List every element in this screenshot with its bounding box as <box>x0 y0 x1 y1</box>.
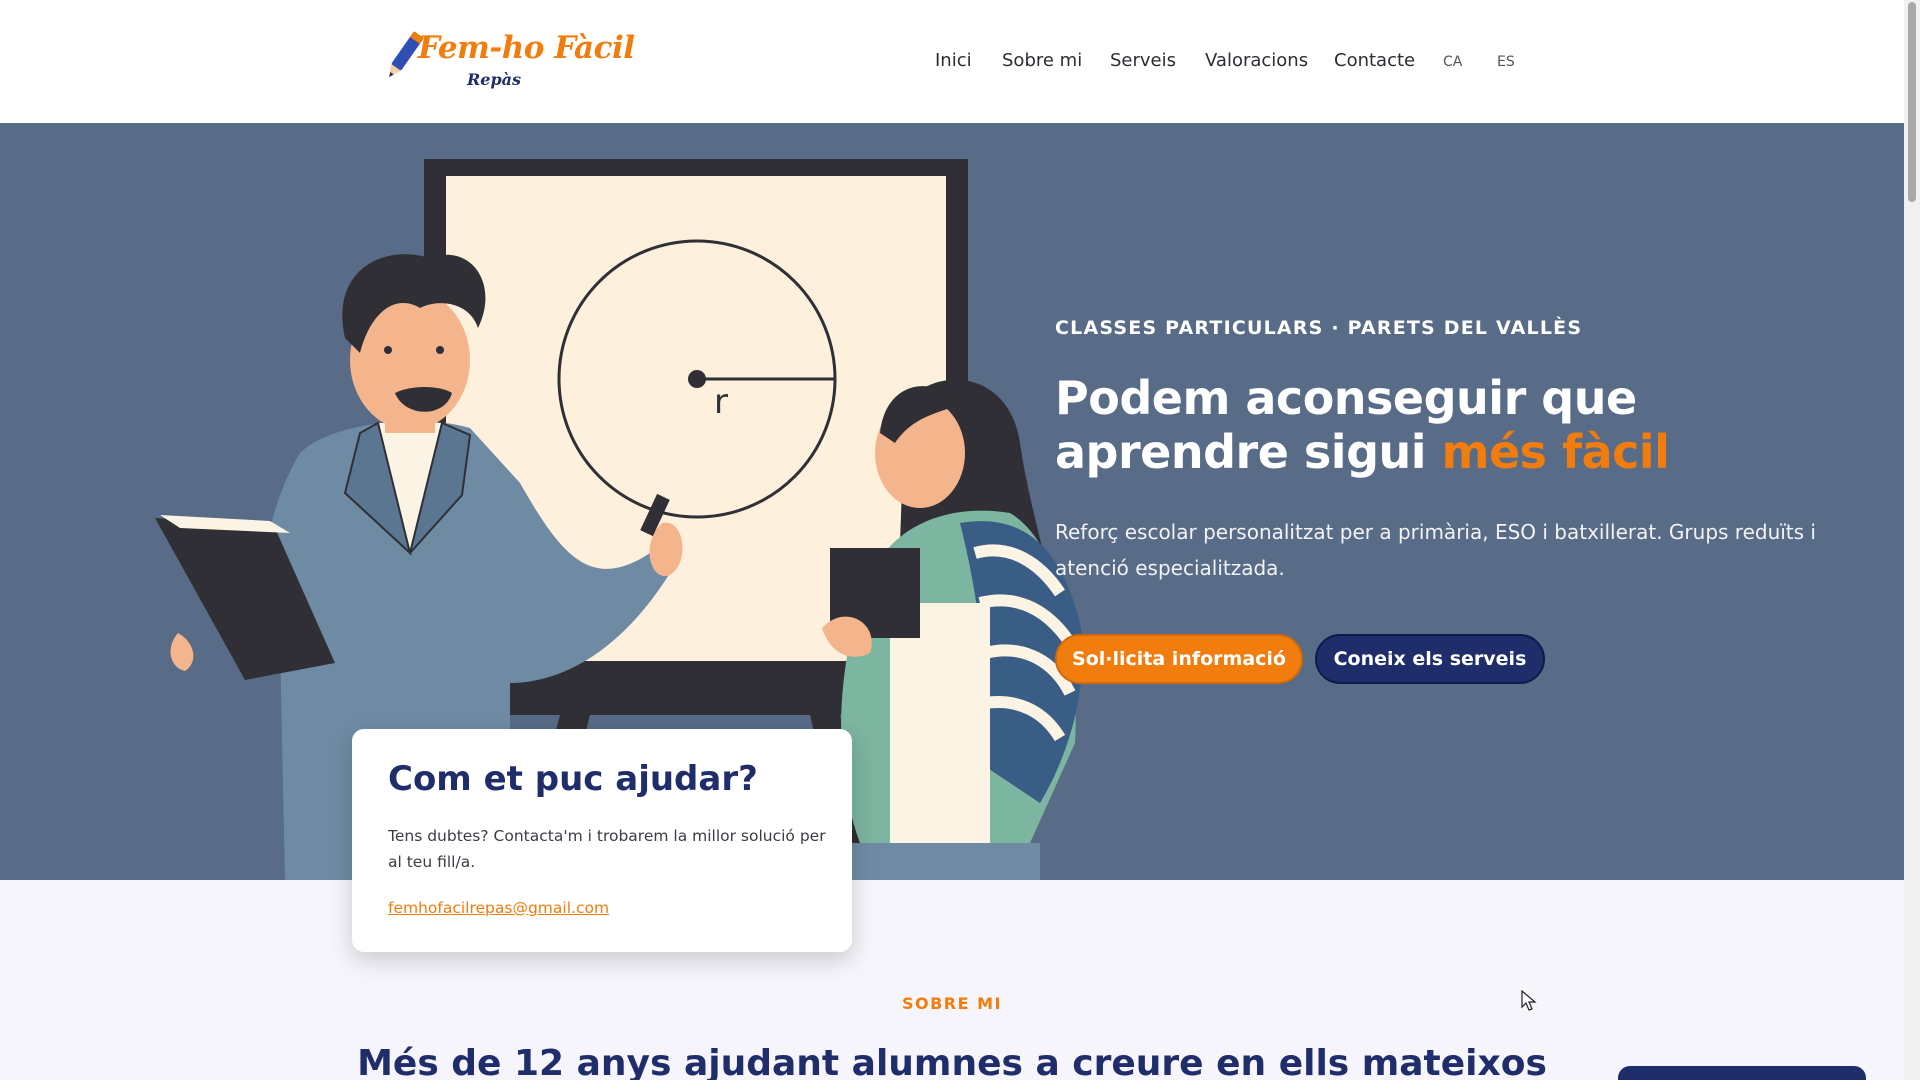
nav-item-sobre-mi[interactable]: Sobre mi <box>1002 50 1082 71</box>
nav-item-inici[interactable]: Inici <box>935 50 972 71</box>
lang-es[interactable]: ES <box>1497 54 1515 70</box>
hero-section: r CLASSES PARTICULARS · PARETS DEL VALLÈ… <box>0 123 1904 880</box>
hero-eyebrow: CLASSES PARTICULARS · PARETS DEL VALLÈS <box>1055 317 1583 339</box>
nav-item-contacte[interactable]: Contacte <box>1334 50 1415 71</box>
main-nav: Inici Sobre mi Serveis Valoracions Conta… <box>0 50 1904 76</box>
hero-headline: Podem aconseguir que aprendre sigui més … <box>1055 371 1855 479</box>
nav-item-serveis[interactable]: Serveis <box>1110 50 1176 71</box>
view-services-button[interactable]: Coneix els serveis <box>1315 634 1545 684</box>
mouse-cursor-icon <box>1521 990 1537 1011</box>
contact-email-link[interactable]: femhofacilrepas@gmail.com <box>388 899 609 917</box>
lang-ca[interactable]: CA <box>1443 54 1462 70</box>
nav-item-valoracions[interactable]: Valoracions <box>1205 50 1308 71</box>
help-card-text: Tens dubtes? Contacta'm i trobarem la mi… <box>388 827 826 871</box>
scrollbar-thumb[interactable] <box>1908 2 1916 202</box>
page-scrollbar[interactable] <box>1904 0 1920 1080</box>
whiteboard-label: r <box>714 382 728 422</box>
hero-headline-accent: més fàcil <box>1441 425 1670 479</box>
page: Fem-ho Fàcil Repàs Inici Sobre mi Servei… <box>0 0 1920 1080</box>
about-eyebrow: SOBRE MI <box>901 994 1002 1013</box>
floating-contact-tab[interactable] <box>1618 1066 1866 1080</box>
help-card: Com et puc ajudar? Tens dubtes? Contacta… <box>352 729 852 952</box>
site-header: Fem-ho Fàcil Repàs Inici Sobre mi Servei… <box>0 0 1904 123</box>
hero-lead: Reforç escolar personalitzat per a primà… <box>1055 520 1816 580</box>
help-card-title: Com et puc ajudar? <box>388 759 758 799</box>
request-info-button[interactable]: Sol·licita informació <box>1055 634 1303 684</box>
